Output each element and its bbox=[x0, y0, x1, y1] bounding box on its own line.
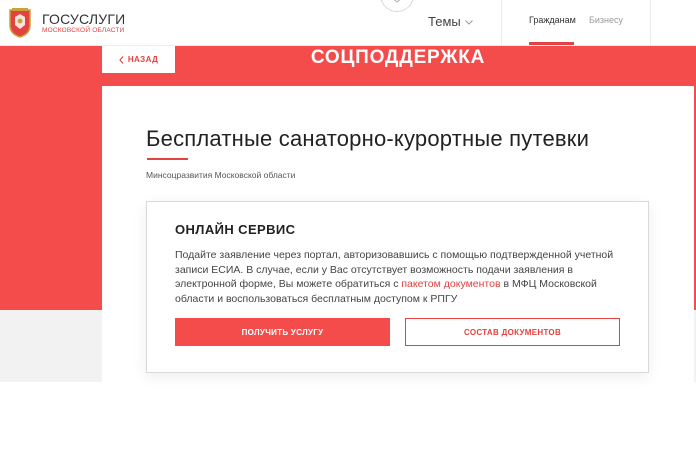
nav-active-indicator bbox=[529, 42, 574, 45]
chevron-down-icon bbox=[393, 0, 401, 3]
header-divider bbox=[650, 0, 651, 46]
header-divider bbox=[501, 0, 502, 46]
site-header: ГОСУСЛУГИ МОСКОВСКОЙ ОБЛАСТИ Темы Гражда… bbox=[0, 0, 696, 46]
ministry-name: Минсоцразвития Московской области bbox=[146, 170, 296, 180]
title-accent-line bbox=[147, 158, 188, 160]
documents-list-button[interactable]: СОСТАВ ДОКУМЕНТОВ bbox=[405, 318, 620, 346]
logo-subtitle: МОСКОВСКОЙ ОБЛАСТИ bbox=[42, 27, 125, 34]
chevron-left-icon bbox=[119, 55, 124, 64]
nav-citizens[interactable]: Гражданам bbox=[529, 15, 576, 25]
coat-of-arms-icon[interactable] bbox=[7, 8, 33, 38]
page-title: Бесплатные санаторно-курортные путевки bbox=[146, 126, 590, 151]
back-button[interactable]: НАЗАД bbox=[102, 46, 175, 73]
themes-menu[interactable]: Темы bbox=[428, 14, 473, 29]
logo-title[interactable]: ГОСУСЛУГИ bbox=[42, 11, 125, 27]
themes-label: Темы bbox=[428, 14, 461, 29]
get-service-button[interactable]: ПОЛУЧИТЬ УСЛУГУ bbox=[175, 318, 390, 346]
nav-business[interactable]: Бизнесу bbox=[589, 15, 623, 25]
documents-package-link[interactable]: пакетом документов bbox=[401, 278, 500, 290]
service-title: ОНЛАЙН СЕРВИС bbox=[175, 222, 296, 237]
service-description: Подайте заявление через портал, авторизо… bbox=[175, 248, 625, 306]
chevron-down-icon bbox=[464, 20, 473, 25]
pulldown-tab[interactable] bbox=[380, 0, 414, 12]
back-button-label: НАЗАД bbox=[127, 55, 159, 64]
